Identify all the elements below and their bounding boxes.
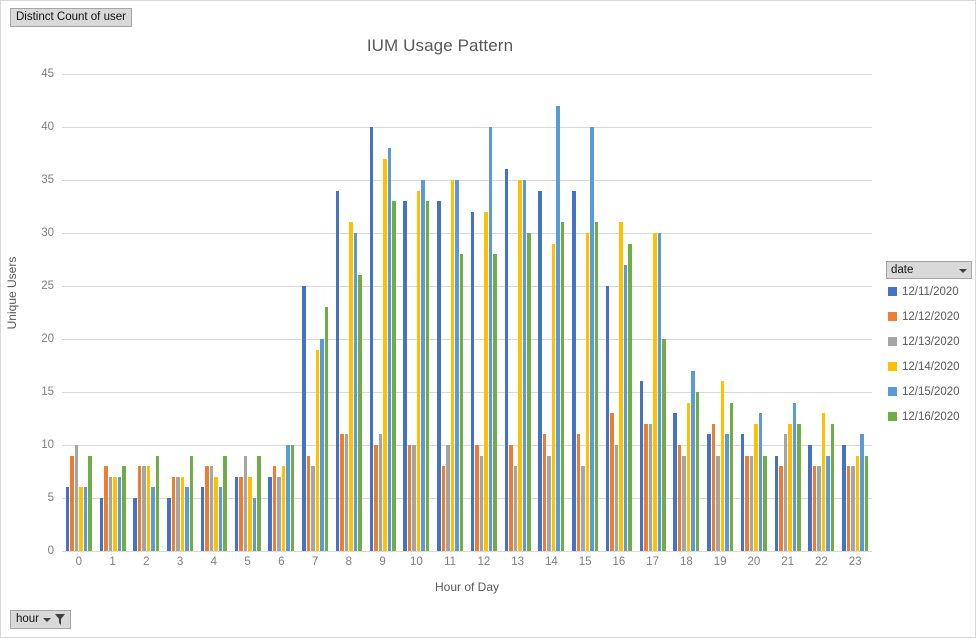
legend-swatch [888, 387, 897, 396]
legend-swatch [888, 362, 897, 371]
hour-filter-button[interactable]: hour [10, 610, 72, 629]
legend-item[interactable]: 12/15/2020 [886, 379, 972, 404]
legend-item[interactable]: 12/12/2020 [886, 304, 972, 329]
y-axis-title: Unique Users [5, 256, 19, 330]
y-axis-tick-label: 10 [41, 439, 54, 451]
legend-items: 12/11/2020 12/12/2020 12/13/2020 12/14/2020… [886, 279, 972, 429]
legend-swatch [888, 412, 897, 421]
chevron-down-icon[interactable] [959, 269, 967, 273]
y-axis-tick-label: 30 [41, 227, 54, 239]
y-axis-tick-label: 40 [41, 121, 54, 133]
funnel-icon[interactable] [55, 613, 66, 625]
legend-field-button[interactable]: date [886, 261, 972, 279]
y-axis-tick-label: 25 [41, 280, 54, 292]
legend-item-label: 12/13/2020 [902, 335, 960, 348]
y-axis-tick-label: 0 [47, 545, 54, 557]
chevron-down-icon[interactable] [43, 618, 52, 622]
y-axis-tick-label: 35 [41, 174, 54, 186]
x-axis-tick-labels: 0 1 2 3 4 5 6 7 8 9 10 11 12 13 14 15 16 17 18 19 20 21 22 23 [62, 0, 872, 639]
legend-item-label: 12/12/2020 [902, 310, 960, 323]
hour-field-label: hour [16, 613, 40, 625]
y-axis-tick-label: 15 [41, 386, 54, 398]
legend-item-label: 12/11/2020 [902, 285, 959, 298]
y-axis-tick-label: 45 [41, 68, 54, 80]
legend-item[interactable]: 12/13/2020 [886, 329, 972, 354]
legend-item[interactable]: 12/16/2020 [886, 404, 972, 429]
legend-swatch [888, 312, 897, 321]
y-axis-tick-label: 5 [47, 492, 54, 504]
legend-item[interactable]: 12/14/2020 [886, 354, 972, 379]
legend-item-label: 12/15/2020 [902, 385, 960, 398]
legend-swatch [888, 337, 897, 346]
y-axis-tick-labels: 0 5 10 15 20 25 30 35 40 45 [22, 0, 54, 639]
x-axis-tick-label: 23 [848, 556, 862, 568]
legend-item-label: 12/14/2020 [902, 360, 960, 373]
legend-item-label: 12/16/2020 [902, 410, 960, 423]
legend-item[interactable]: 12/11/2020 [886, 279, 972, 304]
legend-swatch [888, 287, 897, 296]
legend-field-label: date [891, 264, 914, 276]
y-axis-tick-label: 20 [41, 333, 54, 345]
legend: date 12/11/2020 12/12/2020 12/13/2020 12/14… [886, 261, 972, 429]
